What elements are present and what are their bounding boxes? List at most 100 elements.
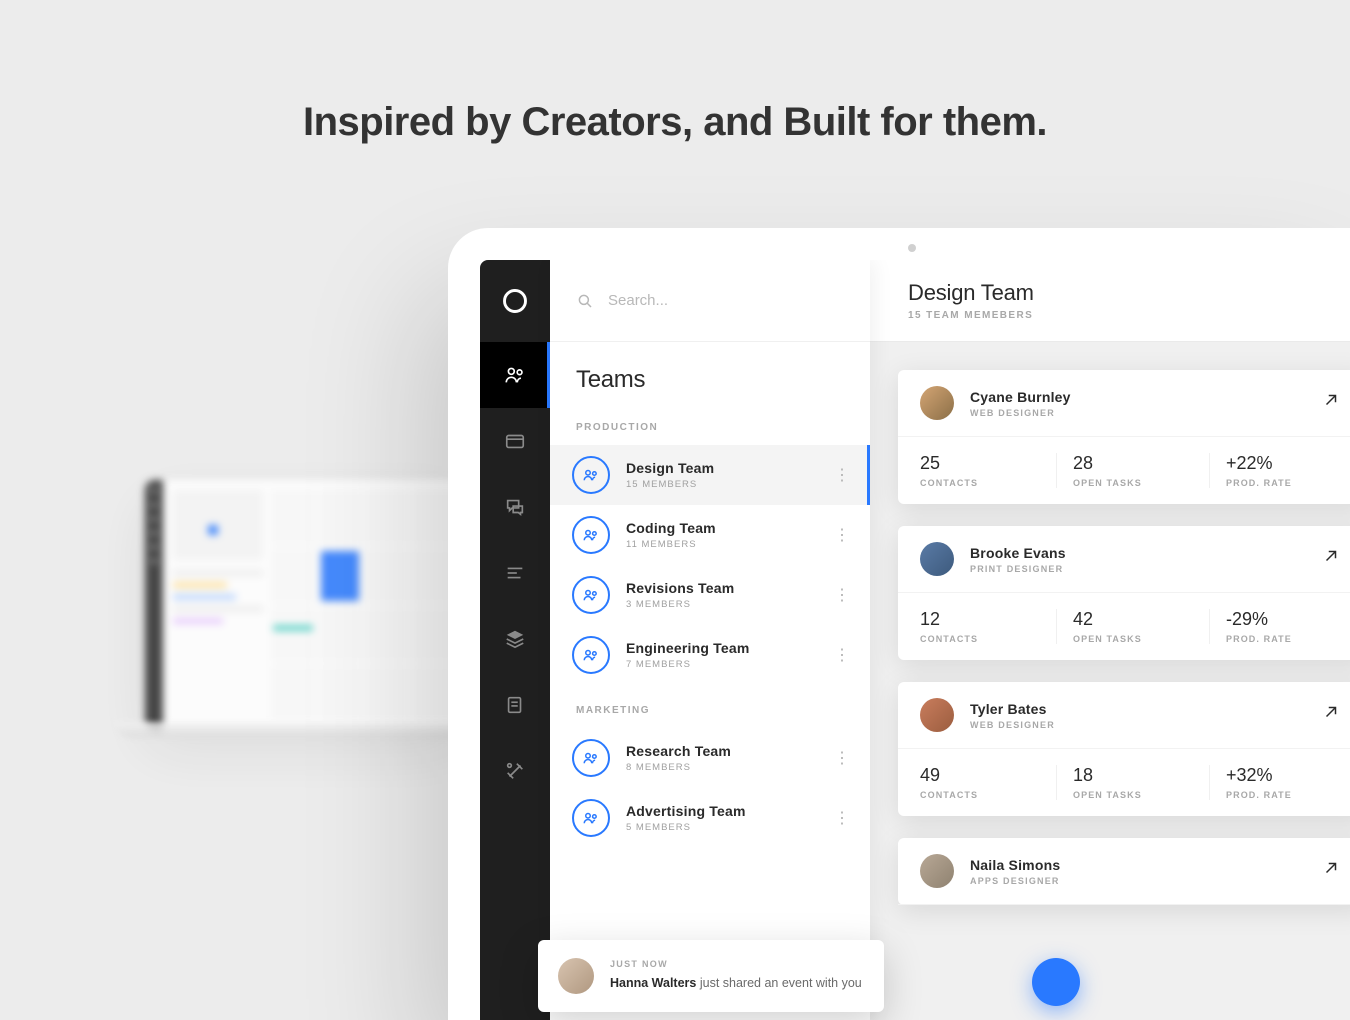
people-icon bbox=[582, 526, 600, 544]
member-role: WEB DESIGNER bbox=[970, 720, 1322, 730]
app-logo[interactable] bbox=[480, 260, 550, 342]
stat-tasks-value: 18 bbox=[1073, 765, 1193, 786]
arrow-up-right-icon bbox=[1322, 703, 1340, 721]
team-members: 11 MEMBERS bbox=[626, 539, 832, 550]
team-more-button[interactable]: ⋮ bbox=[832, 465, 852, 485]
team-item-design[interactable]: Design Team 15 MEMBERS ⋮ bbox=[550, 445, 870, 505]
section-production-label: PRODUCTION bbox=[550, 412, 870, 445]
team-more-button[interactable]: ⋮ bbox=[832, 585, 852, 605]
team-name: Advertising Team bbox=[626, 803, 832, 819]
member-card[interactable]: Tyler Bates WEB DESIGNER 49CONTACTS 18OP… bbox=[898, 682, 1350, 816]
stat-rate-value: -29% bbox=[1226, 609, 1346, 630]
team-more-button[interactable]: ⋮ bbox=[832, 645, 852, 665]
main-subtitle: 15 TEAM MEMEBERS bbox=[908, 310, 1330, 321]
team-item-revisions[interactable]: Revisions Team 3 MEMBERS ⋮ bbox=[550, 565, 870, 625]
arrow-up-right-icon bbox=[1322, 547, 1340, 565]
member-card[interactable]: Brooke Evans PRINT DESIGNER 12CONTACTS 4… bbox=[898, 526, 1350, 660]
main-title: Design Team bbox=[908, 280, 1330, 306]
chat-icon bbox=[504, 496, 526, 518]
team-item-coding[interactable]: Coding Team 11 MEMBERS ⋮ bbox=[550, 505, 870, 565]
stat-contacts-label: CONTACTS bbox=[920, 634, 1040, 644]
team-more-button[interactable]: ⋮ bbox=[832, 808, 852, 828]
stat-tasks-label: OPEN TASKS bbox=[1073, 634, 1193, 644]
stat-contacts-label: CONTACTS bbox=[920, 478, 1040, 488]
arrow-up-right-icon bbox=[1322, 391, 1340, 409]
logo-icon bbox=[501, 287, 529, 315]
teams-panel: Teams PRODUCTION Design Team 15 MEMBERS … bbox=[550, 260, 870, 1020]
stat-contacts-label: CONTACTS bbox=[920, 790, 1040, 800]
member-name: Naila Simons bbox=[970, 857, 1322, 873]
nav-teams[interactable] bbox=[480, 342, 550, 408]
member-card[interactable]: Naila Simons APPS DESIGNER bbox=[898, 838, 1350, 905]
team-more-button[interactable]: ⋮ bbox=[832, 525, 852, 545]
team-item-research[interactable]: Research Team 8 MEMBERS ⋮ bbox=[550, 728, 870, 788]
member-avatar bbox=[920, 698, 954, 732]
stat-tasks-value: 42 bbox=[1073, 609, 1193, 630]
device-camera bbox=[908, 244, 916, 252]
member-name: Cyane Burnley bbox=[970, 389, 1322, 405]
team-avatar-icon bbox=[572, 456, 610, 494]
stat-tasks-value: 28 bbox=[1073, 453, 1193, 474]
member-avatar bbox=[920, 542, 954, 576]
main-header: Design Team 15 TEAM MEMEBERS bbox=[870, 260, 1350, 342]
team-more-button[interactable]: ⋮ bbox=[832, 748, 852, 768]
notification-toast[interactable]: JUST NOW Hanna Walters just shared an ev… bbox=[538, 940, 884, 1012]
background-laptop-mockup bbox=[145, 480, 465, 730]
page-headline: Inspired by Creators, and Built for them… bbox=[0, 100, 1350, 145]
member-role: WEB DESIGNER bbox=[970, 408, 1322, 418]
open-member-button[interactable] bbox=[1322, 703, 1346, 727]
member-name: Tyler Bates bbox=[970, 701, 1322, 717]
stat-tasks-label: OPEN TASKS bbox=[1073, 478, 1193, 488]
layers-icon bbox=[504, 628, 526, 650]
people-icon bbox=[582, 809, 600, 827]
team-members: 7 MEMBERS bbox=[626, 659, 832, 670]
stat-contacts-value: 12 bbox=[920, 609, 1040, 630]
tablet-device-frame: Teams PRODUCTION Design Team 15 MEMBERS … bbox=[448, 228, 1350, 1020]
search-input[interactable] bbox=[608, 292, 844, 309]
search-bar[interactable] bbox=[550, 260, 870, 342]
nav-docs[interactable] bbox=[480, 672, 550, 738]
team-name: Research Team bbox=[626, 743, 832, 759]
people-icon bbox=[504, 364, 526, 386]
toast-timestamp: JUST NOW bbox=[610, 959, 864, 969]
stat-rate-label: PROD. RATE bbox=[1226, 634, 1346, 644]
team-name: Coding Team bbox=[626, 520, 832, 536]
team-avatar-icon bbox=[572, 799, 610, 837]
toast-message: Hanna Walters just shared an event with … bbox=[610, 974, 864, 993]
list-icon bbox=[504, 562, 526, 584]
member-card[interactable]: Cyane Burnley WEB DESIGNER 25 CONTACTS 28… bbox=[898, 370, 1350, 504]
team-members: 5 MEMBERS bbox=[626, 822, 832, 833]
open-member-button[interactable] bbox=[1322, 859, 1346, 883]
fab-button[interactable] bbox=[1032, 958, 1080, 1006]
stat-rate-label: PROD. RATE bbox=[1226, 790, 1346, 800]
open-member-button[interactable] bbox=[1322, 547, 1346, 571]
card-icon bbox=[504, 430, 526, 452]
member-avatar bbox=[920, 386, 954, 420]
team-item-advertising[interactable]: Advertising Team 5 MEMBERS ⋮ bbox=[550, 788, 870, 848]
nav-tasks[interactable] bbox=[480, 540, 550, 606]
nav-wallet[interactable] bbox=[480, 408, 550, 474]
main-content: Design Team 15 TEAM MEMEBERS Cyane Burnl… bbox=[870, 260, 1350, 1020]
stat-rate-label: PROD. RATE bbox=[1226, 478, 1346, 488]
team-avatar-icon bbox=[572, 516, 610, 554]
team-avatar-icon bbox=[572, 636, 610, 674]
people-icon bbox=[582, 466, 600, 484]
stat-rate-value: +32% bbox=[1226, 765, 1346, 786]
member-avatar bbox=[920, 854, 954, 888]
nav-settings[interactable] bbox=[480, 738, 550, 804]
team-name: Engineering Team bbox=[626, 640, 832, 656]
team-name: Design Team bbox=[626, 460, 832, 476]
panel-title: Teams bbox=[550, 342, 870, 412]
team-avatar-icon bbox=[572, 576, 610, 614]
nav-chat[interactable] bbox=[480, 474, 550, 540]
arrow-up-right-icon bbox=[1322, 859, 1340, 877]
nav-layers[interactable] bbox=[480, 606, 550, 672]
team-name: Revisions Team bbox=[626, 580, 832, 596]
open-member-button[interactable] bbox=[1322, 391, 1346, 415]
stat-contacts-value: 49 bbox=[920, 765, 1040, 786]
team-item-engineering[interactable]: Engineering Team 7 MEMBERS ⋮ bbox=[550, 625, 870, 685]
team-avatar-icon bbox=[572, 739, 610, 777]
stat-contacts-value: 25 bbox=[920, 453, 1040, 474]
member-role: PRINT DESIGNER bbox=[970, 564, 1322, 574]
tools-icon bbox=[504, 760, 526, 782]
